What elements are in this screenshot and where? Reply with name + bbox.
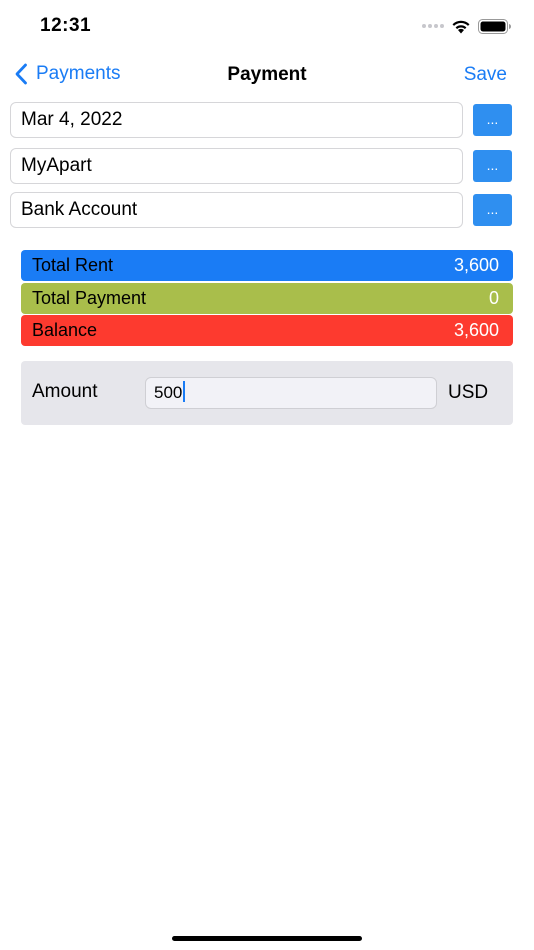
balance-value: 3,600 [453, 320, 499, 340]
total-rent-label: Total Rent [32, 255, 114, 275]
save-button[interactable]: Save [464, 64, 507, 86]
payment-screen: 12:31 Payments Payment Save Mar 4, 2022 … [0, 0, 534, 950]
signal-dots-icon [422, 24, 444, 28]
amount-label: Amount [32, 381, 98, 402]
property-picker-row: MyApart ... [10, 148, 512, 184]
property-picker-button[interactable]: ... [473, 150, 512, 182]
navigation-bar: Payments Payment Save [0, 52, 534, 96]
total-payment-label: Total Payment [32, 288, 147, 308]
amount-value: 500 [154, 383, 183, 402]
status-icons [422, 17, 512, 35]
account-field[interactable]: Bank Account [10, 192, 463, 228]
account-picker-row: Bank Account ... [10, 192, 512, 228]
status-bar: 12:31 [0, 0, 534, 50]
balance-bar: Balance 3,600 [21, 315, 513, 346]
chevron-left-icon [15, 63, 27, 85]
back-button-label: Payments [36, 63, 121, 84]
balance-label: Balance [32, 320, 98, 340]
total-rent-value: 3,600 [453, 255, 499, 275]
currency-label: USD [448, 382, 489, 403]
date-field[interactable]: Mar 4, 2022 [10, 102, 463, 138]
wifi-icon [452, 20, 470, 33]
text-cursor [183, 381, 186, 402]
account-picker-button[interactable]: ... [473, 194, 512, 226]
date-picker-row: Mar 4, 2022 ... [10, 102, 512, 138]
total-rent-bar: Total Rent 3,600 [21, 250, 513, 281]
battery-icon [478, 18, 511, 34]
status-time: 12:31 [40, 15, 92, 36]
total-payment-bar: Total Payment 0 [21, 283, 513, 314]
date-picker-button[interactable]: ... [473, 104, 512, 136]
back-button[interactable]: Payments [14, 61, 120, 87]
total-payment-value: 0 [488, 288, 499, 308]
property-field[interactable]: MyApart [10, 148, 463, 184]
home-indicator[interactable] [172, 936, 362, 941]
amount-panel: Amount 500 USD [21, 361, 513, 425]
amount-input[interactable]: 500 [145, 377, 437, 409]
